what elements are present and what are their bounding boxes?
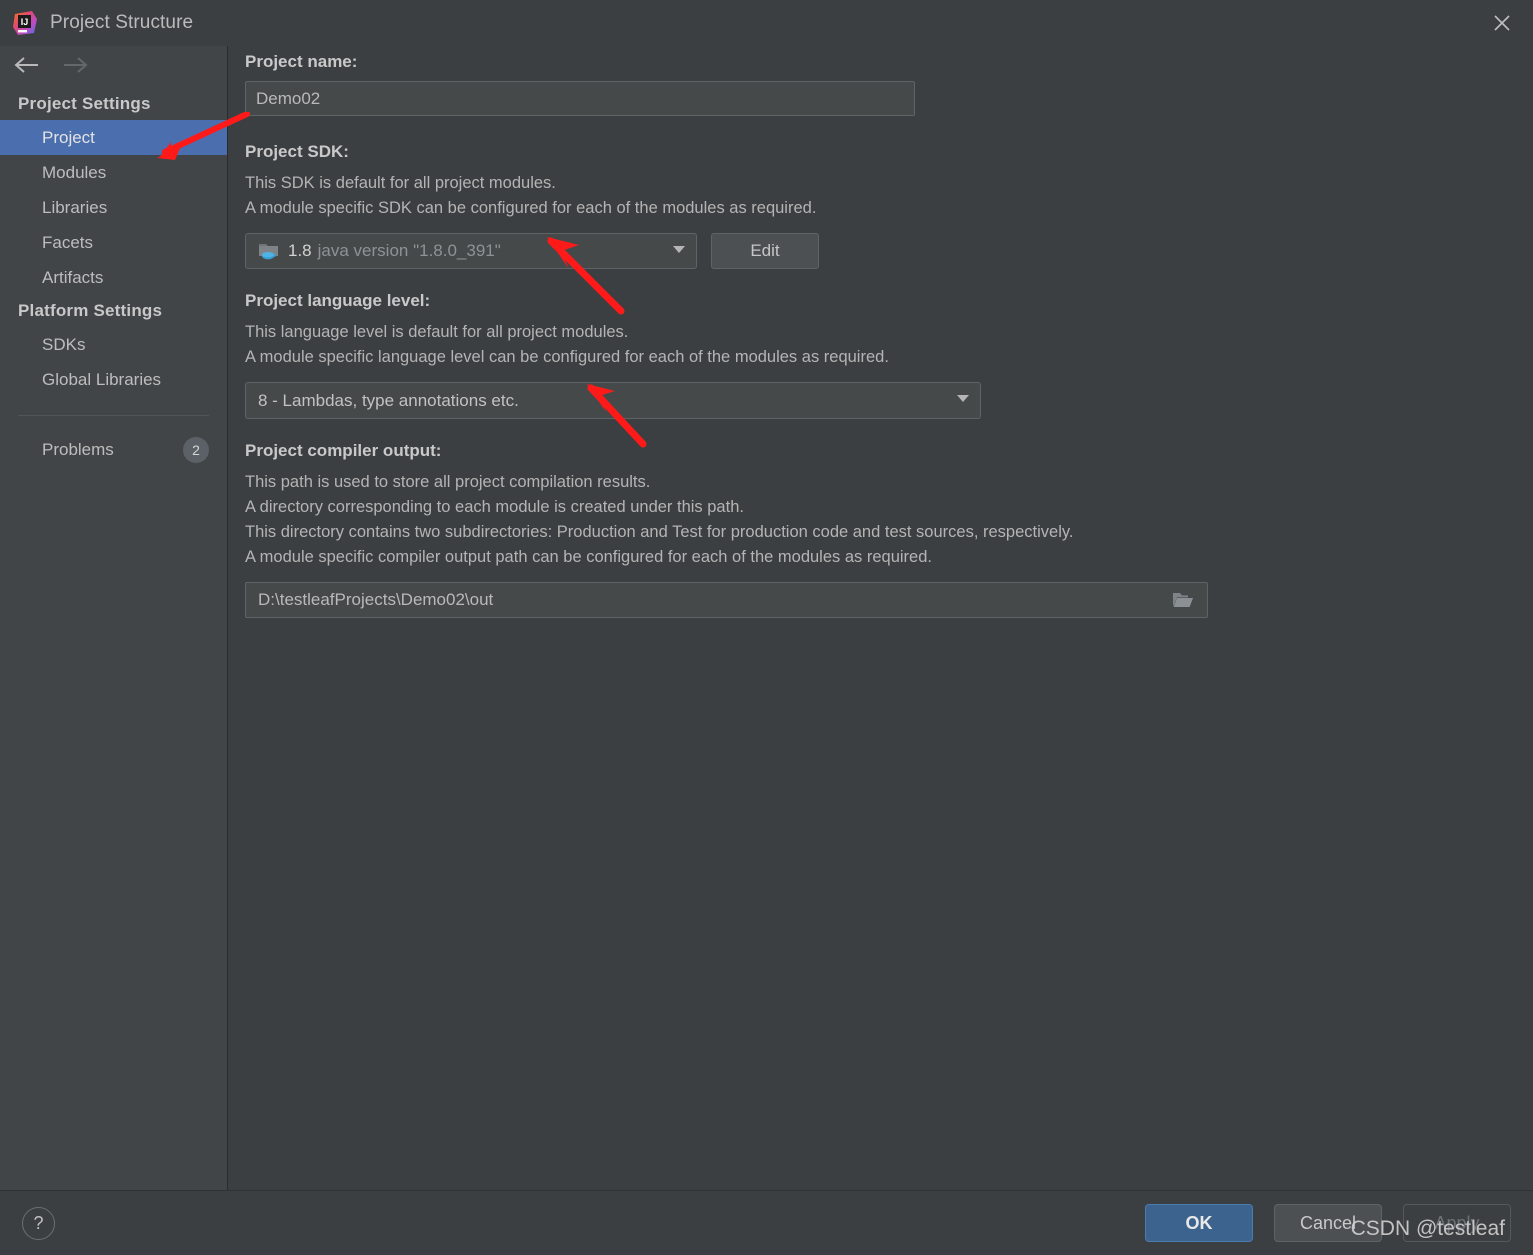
window-title: Project Structure [50, 12, 194, 33]
compiler-output-desc-line-4: A module specific compiler output path c… [245, 548, 932, 566]
language-level-desc-line-1: This language level is default for all p… [245, 323, 629, 341]
compiler-output-desc-line-2: A directory corresponding to each module… [245, 498, 744, 516]
sidebar-item-sdks[interactable]: SDKs [0, 327, 227, 362]
cancel-button[interactable]: Cancel [1274, 1204, 1382, 1242]
language-level-desc-line-2: A module specific language level can be … [245, 348, 889, 366]
edit-sdk-button-label: Edit [750, 241, 780, 260]
help-button[interactable]: ? [22, 1206, 55, 1240]
compiler-output-path-input[interactable]: D:\testleafProjects\Demo02\out [245, 582, 1208, 618]
cancel-button-label: Cancel [1299, 1212, 1357, 1233]
sidebar-item-global-libraries[interactable]: Global Libraries [0, 362, 227, 397]
compiler-output-desc-line-1: This path is used to store all project c… [245, 473, 651, 491]
folder-open-icon[interactable] [1159, 583, 1207, 617]
sidebar-item-label: Artifacts [42, 267, 104, 287]
project-language-level-value: 8 - Lambdas, type annotations etc. [258, 390, 519, 410]
project-language-level-dropdown[interactable]: 8 - Lambdas, type annotations etc. [245, 382, 981, 419]
problems-count-badge: 2 [183, 436, 209, 463]
project-structure-dialog: IJ Project Structure Project Settings Pr… [0, 0, 1533, 1255]
sidebar: Project Settings Project Modules Librari… [0, 46, 228, 1190]
sidebar-item-label: Libraries [42, 197, 108, 217]
sidebar-item-libraries[interactable]: Libraries [0, 190, 227, 225]
svg-text:IJ: IJ [21, 17, 29, 27]
ok-button[interactable]: OK [1145, 1204, 1253, 1242]
project-sdk-section: Project SDK: This SDK is default for all… [245, 142, 1533, 269]
apply-button-label: Apply [1434, 1212, 1480, 1233]
compiler-output-desc-line-3: This directory contains two subdirectori… [245, 523, 1074, 541]
sidebar-group-header-platform-settings: Platform Settings [18, 301, 163, 320]
project-sdk-desc-line-1: This SDK is default for all project modu… [245, 174, 556, 192]
sidebar-navigation [0, 46, 227, 88]
close-icon[interactable] [1471, 0, 1533, 45]
title-bar: IJ Project Structure [0, 0, 1533, 46]
project-compiler-output-section: Project compiler output: This path is us… [245, 441, 1533, 618]
project-language-level-section: Project language level: This language le… [245, 291, 1533, 419]
project-name-input[interactable]: Demo02 [245, 81, 915, 116]
project-compiler-output-title: Project compiler output: [245, 441, 442, 460]
footer-bar: ? OK Cancel Apply [0, 1190, 1533, 1255]
project-sdk-title: Project SDK: [245, 142, 349, 161]
sidebar-item-label: Problems [42, 439, 114, 459]
sidebar-item-label: SDKs [42, 334, 86, 354]
sidebar-item-facets[interactable]: Facets [0, 225, 227, 260]
project-name-section: Project name: Demo02 [245, 52, 1533, 116]
sidebar-item-label: Modules [42, 162, 107, 182]
arrow-right-icon[interactable] [62, 56, 90, 79]
edit-sdk-button[interactable]: Edit [711, 233, 819, 269]
sidebar-item-artifacts[interactable]: Artifacts [0, 260, 227, 295]
arrow-left-icon[interactable] [12, 56, 40, 79]
project-sdk-desc-line-2: A module specific SDK can be configured … [245, 199, 817, 217]
project-sdk-version-desc: java version "1.8.0_391" [317, 241, 501, 260]
sidebar-divider [18, 415, 209, 416]
sidebar-item-problems[interactable]: Problems 2 [0, 432, 227, 467]
sidebar-item-label: Global Libraries [42, 369, 162, 389]
intellij-idea-logo-icon: IJ [12, 10, 38, 36]
sidebar-item-modules[interactable]: Modules [0, 155, 227, 190]
apply-button[interactable]: Apply [1403, 1204, 1511, 1242]
project-language-level-title: Project language level: [245, 291, 431, 310]
help-button-label: ? [33, 1212, 44, 1233]
project-sdk-row: 1.8 java version "1.8.0_391" Edit [245, 233, 1533, 269]
java-sdk-folder-icon [258, 241, 280, 261]
project-name-value: Demo02 [256, 88, 321, 108]
sidebar-item-label: Project [42, 127, 95, 147]
sidebar-group-header-project-settings: Project Settings [18, 94, 151, 113]
project-sdk-version: 1.8 [288, 241, 312, 260]
chevron-down-icon [670, 240, 688, 263]
compiler-output-path-value: D:\testleafProjects\Demo02\out [258, 590, 494, 609]
sidebar-item-project[interactable]: Project [0, 120, 227, 155]
ok-button-label: OK [1185, 1212, 1213, 1233]
project-name-title: Project name: [245, 52, 358, 71]
chevron-down-icon [954, 389, 972, 412]
main-content: Project name: Demo02 Project SDK: This S… [229, 46, 1533, 1190]
project-sdk-dropdown[interactable]: 1.8 java version "1.8.0_391" [245, 233, 697, 269]
footer-buttons: OK Cancel Apply [1145, 1204, 1511, 1242]
sidebar-item-label: Facets [42, 232, 94, 252]
